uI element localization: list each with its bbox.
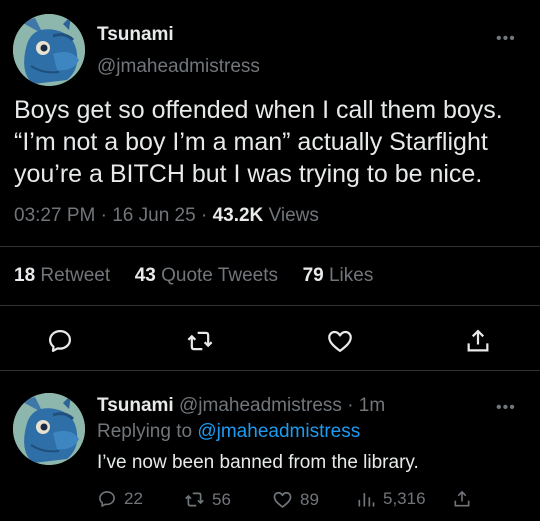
share-icon [467,329,489,352]
display-name[interactable]: Tsunami [97,395,174,416]
tweet-text-line: “I’m not a boy I’m a man” actually Starf… [14,128,488,156]
reply-count: 22 [124,489,143,508]
divider [0,305,540,306]
tweet-text-line: Boys get so offended when I call them bo… [14,96,503,124]
quotes-label: Quote Tweets [161,265,278,286]
retweet-icon [187,331,213,351]
replying-to: Replying to @jmaheadmistress [97,421,360,443]
retweet-button[interactable] [183,324,217,358]
retweets-label: Retweet [40,265,111,286]
reply-time[interactable]: 1m [359,395,385,416]
tweet-text: Boys get so offended when I call them bo… [14,94,534,190]
heart-icon [328,330,352,353]
share-button[interactable] [452,489,472,509]
tweet-stats: 18 Retweet 43 Quote Tweets 79 Likes [14,265,373,287]
likes-label: Likes [328,265,374,286]
views-count[interactable]: 43.2K [213,205,264,226]
reply-header: Tsunami @jmaheadmistress · 1m [97,395,385,417]
heart-icon [273,491,292,508]
reply-icon [99,491,115,507]
quotes-stat[interactable]: 43 Quote Tweets [135,265,284,286]
share-button[interactable] [461,324,495,358]
separator-dot: · [347,395,354,416]
display-name[interactable]: Tsunami [97,24,174,46]
reply-button[interactable]: 22 [97,489,143,509]
views-label: Views [268,205,319,226]
avatar[interactable] [13,393,85,465]
dragon-avatar-image [13,14,85,86]
retweets-stat[interactable]: 18 Retweet [14,265,115,286]
like-count: 89 [300,489,319,509]
tweet-meta: 03:27 PM · 16 Jun 25 · 43.2K Views [14,205,319,227]
tweet-date[interactable]: 16 Jun 25 [112,205,195,226]
more-horizontal-icon[interactable]: ••• [496,399,516,417]
analytics-icon [358,493,375,507]
retweet-count: 56 [212,489,231,509]
more-horizontal-icon[interactable]: ••• [496,30,516,48]
user-handle[interactable]: @jmaheadmistress [97,56,260,78]
tweet-time[interactable]: 03:27 PM [14,205,95,226]
views-button[interactable]: 5,316 [356,489,426,509]
separator-dot: · [200,205,208,226]
divider [0,370,540,371]
replying-to-label: Replying to [97,421,193,442]
divider [0,246,540,247]
like-button[interactable]: 89 [272,489,319,510]
avatar[interactable] [13,14,85,86]
likes-stat[interactable]: 79 Likes [303,265,374,286]
separator-dot: · [100,205,107,226]
dragon-avatar-image [13,393,85,465]
views-count: 5,316 [383,489,426,508]
likes-count: 79 [302,265,324,286]
retweet-button[interactable]: 56 [184,489,231,510]
reply-icon [48,329,72,353]
reply-button[interactable] [43,324,77,358]
tweet-text-line: you’re a BITCH but I was trying to be ni… [14,160,483,188]
replying-to-link[interactable]: @jmaheadmistress [197,421,360,442]
reply-text: I’ve now been banned from the library. [97,452,419,473]
retweets-count: 18 [14,265,36,286]
user-handle[interactable]: @jmaheadmistress [179,395,342,416]
retweet-icon [185,492,204,507]
quotes-count: 43 [134,265,156,286]
share-icon [454,490,470,507]
like-button[interactable] [323,324,357,358]
